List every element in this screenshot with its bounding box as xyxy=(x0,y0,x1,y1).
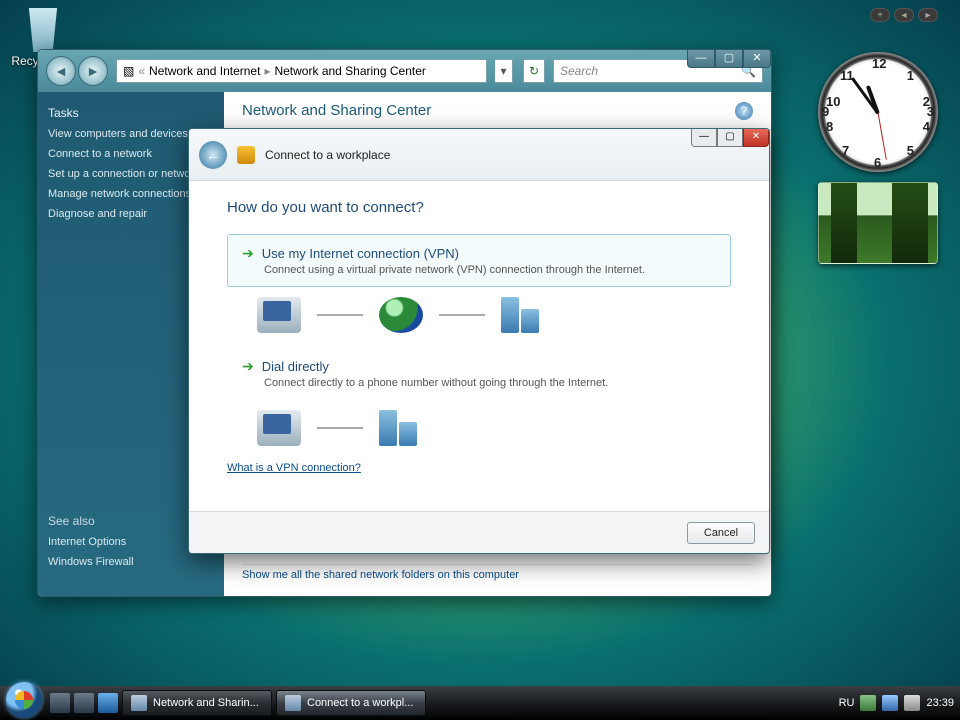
computer-icon xyxy=(257,410,301,446)
control-panel-icon: ▧ xyxy=(123,64,134,78)
globe-icon xyxy=(379,297,423,333)
tray-clock[interactable]: 23:39 xyxy=(926,697,954,709)
option-vpn[interactable]: ➔ Use my Internet connection (VPN) Connec… xyxy=(227,234,731,287)
taskbar: Network and Sharin... Connect to a workp… xyxy=(0,686,960,720)
tasks-heading: Tasks xyxy=(48,106,214,120)
volume-icon[interactable] xyxy=(904,695,920,711)
seealso-internet-options[interactable]: Internet Options xyxy=(48,536,134,548)
quicklaunch-switch-windows[interactable] xyxy=(74,693,94,713)
breadcrumb-sharing-center[interactable]: Network and Sharing Center xyxy=(274,64,425,78)
refresh-button[interactable]: ↻ xyxy=(523,59,545,83)
taskbar-item-label: Connect to a workpl... xyxy=(307,697,413,709)
option-dial-desc: Connect directly to a phone number witho… xyxy=(264,377,716,389)
clock-face: 12 1 2 3 4 5 6 7 8 9 10 11 xyxy=(818,52,938,172)
start-button[interactable] xyxy=(6,682,42,718)
cancel-button[interactable]: Cancel xyxy=(687,522,755,544)
recycle-bin-icon xyxy=(21,8,65,52)
arrow-icon: ➔ xyxy=(242,245,254,261)
wizard-title: Connect to a workplace xyxy=(265,148,390,162)
breadcrumb-network-internet[interactable]: Network and Internet xyxy=(149,64,260,78)
address-dropdown[interactable]: ▾ xyxy=(495,59,513,83)
help-button[interactable]: ? xyxy=(735,102,753,120)
seealso-windows-firewall[interactable]: Windows Firewall xyxy=(48,556,134,568)
system-tray: RU 23:39 xyxy=(839,695,954,711)
wizard-minimize-button[interactable]: — xyxy=(691,129,717,147)
page-title: Network and Sharing Center xyxy=(242,102,431,119)
taskbar-item-connect-workplace[interactable]: Connect to a workpl... xyxy=(276,690,426,716)
server-icon xyxy=(501,297,545,333)
explorer-maximize-button[interactable]: ▢ xyxy=(715,50,743,68)
explorer-titlebar: ◄ ► ▧ « Network and Internet ▸ Network a… xyxy=(38,50,771,92)
wizard-titlebar[interactable]: ← Connect to a workplace — ▢ ✕ xyxy=(189,129,769,181)
wizard-icon xyxy=(285,695,301,711)
wizard-body: How do you want to connect? ➔ Use my Inte… xyxy=(189,181,769,511)
gadget-next-icon[interactable]: ▸ xyxy=(918,8,938,22)
network-icon[interactable] xyxy=(882,695,898,711)
wizard-icon xyxy=(237,146,255,164)
wizard-close-button[interactable]: ✕ xyxy=(743,129,769,147)
clock-gadget[interactable]: 12 1 2 3 4 5 6 7 8 9 10 11 xyxy=(818,52,938,172)
explorer-minimize-button[interactable]: — xyxy=(687,50,715,68)
tray-icon[interactable] xyxy=(860,695,876,711)
arrow-icon: ➔ xyxy=(242,358,254,374)
sidebar-gadget-controls[interactable]: + ◂ ▸ xyxy=(870,8,938,22)
control-panel-icon xyxy=(131,695,147,711)
wizard-footer: Cancel xyxy=(189,511,769,553)
seealso-heading: See also xyxy=(48,514,134,528)
wizard-back-button[interactable]: ← xyxy=(199,141,227,169)
computer-icon xyxy=(257,297,301,333)
server-icon xyxy=(379,410,423,446)
connect-workplace-wizard: ← Connect to a workplace — ▢ ✕ How do yo… xyxy=(188,128,770,554)
option-vpn-title: Use my Internet connection (VPN) xyxy=(262,246,459,261)
nav-back-button[interactable]: ◄ xyxy=(46,56,76,86)
address-bar[interactable]: ▧ « Network and Internet ▸ Network and S… xyxy=(116,59,487,83)
dial-diagram xyxy=(257,410,731,446)
taskbar-item-label: Network and Sharin... xyxy=(153,697,259,709)
vpn-diagram xyxy=(257,297,731,333)
option-vpn-desc: Connect using a virtual private network … xyxy=(264,264,716,276)
wizard-maximize-button[interactable]: ▢ xyxy=(717,129,743,147)
option-dial[interactable]: ➔ Dial directly Connect directly to a pho… xyxy=(227,347,731,400)
option-dial-title: Dial directly xyxy=(262,359,329,374)
nav-forward-button[interactable]: ► xyxy=(78,56,108,86)
wizard-heading: How do you want to connect? xyxy=(227,199,731,216)
slideshow-gadget[interactable] xyxy=(818,182,938,264)
gadget-prev-icon[interactable]: ◂ xyxy=(894,8,914,22)
language-indicator[interactable]: RU xyxy=(839,697,855,709)
gadget-add-icon[interactable]: + xyxy=(870,8,890,22)
quicklaunch-ie[interactable] xyxy=(98,693,118,713)
explorer-close-button[interactable]: ✕ xyxy=(743,50,771,68)
what-is-vpn-link[interactable]: What is a VPN connection? xyxy=(227,462,361,474)
shared-folders-link[interactable]: Show me all the shared network folders o… xyxy=(242,564,753,588)
search-placeholder: Search xyxy=(560,64,598,78)
quicklaunch-show-desktop[interactable] xyxy=(50,693,70,713)
taskbar-item-network-sharing[interactable]: Network and Sharin... xyxy=(122,690,272,716)
